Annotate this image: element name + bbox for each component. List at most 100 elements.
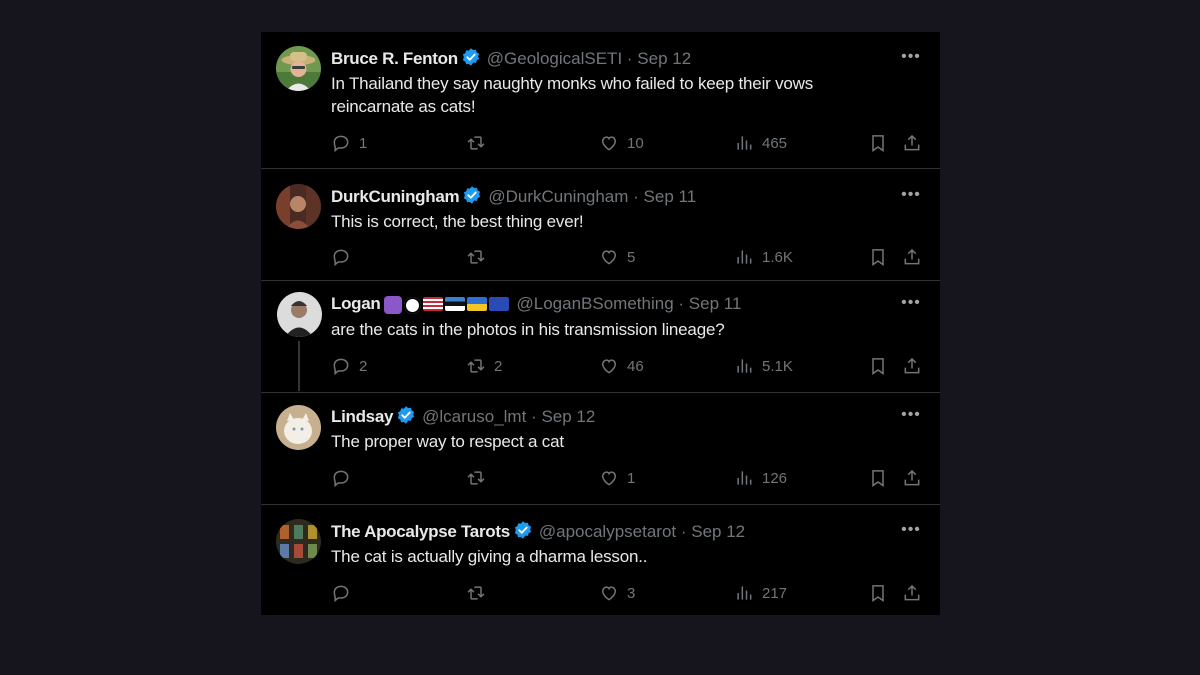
timestamp[interactable]: · Sep 12	[627, 49, 691, 68]
ukraine-flag-icon	[466, 297, 487, 311]
reply-count: 1	[359, 134, 368, 152]
share-icon	[904, 134, 920, 151]
timestamp[interactable]: · Sep 11	[633, 187, 696, 206]
heart-icon	[601, 136, 617, 151]
bookmark-button[interactable]	[868, 467, 888, 489]
avatar[interactable]	[276, 405, 321, 450]
reply-feed: Bruce R. Fenton @GeologicalSETI · Sep 12 …	[261, 32, 940, 615]
share-button[interactable]	[902, 582, 922, 604]
share-icon	[904, 584, 920, 601]
avatar[interactable]	[276, 519, 321, 564]
tweet[interactable]: DurkCuningham @DurkCuningham · Sep 11 •••…	[261, 169, 940, 281]
tweet-header: DurkCuningham @DurkCuningham · Sep 11	[331, 185, 880, 211]
share-button[interactable]	[902, 355, 922, 377]
views-button[interactable]: 126	[734, 467, 787, 489]
author-name[interactable]: The Apocalypse Tarots	[331, 522, 510, 541]
reply-button[interactable]	[331, 246, 359, 268]
reply-button[interactable]: 1	[331, 132, 367, 154]
bookmark-button[interactable]	[868, 132, 888, 154]
retweet-button[interactable]	[466, 467, 494, 489]
like-count: 1	[627, 469, 636, 487]
bookmark-icon	[872, 135, 884, 152]
timestamp[interactable]: · Sep 12	[531, 407, 595, 426]
v-emoji-icon	[403, 297, 421, 314]
author-name[interactable]: DurkCuningham	[331, 187, 460, 206]
reply-button[interactable]: 2	[331, 355, 367, 377]
avatar[interactable]	[277, 292, 322, 337]
tweet-header: Lindsay @lcaruso_lmt · Sep 12	[331, 405, 880, 431]
like-button[interactable]: 5	[599, 246, 635, 268]
author-handle[interactable]: @lcaruso_lmt	[422, 407, 526, 426]
tweet-actions: 3 217	[261, 582, 940, 604]
like-count: 46	[627, 357, 644, 375]
reply-button[interactable]	[331, 582, 359, 604]
share-icon	[904, 469, 920, 486]
verified-badge-icon	[513, 520, 533, 546]
views-icon	[737, 250, 752, 264]
tweet[interactable]: Bruce R. Fenton @GeologicalSETI · Sep 12 …	[261, 32, 940, 169]
bookmark-button[interactable]	[868, 355, 888, 377]
eu-flag-icon	[488, 297, 509, 311]
author-name[interactable]: Lindsay	[331, 407, 393, 426]
views-icon	[737, 136, 752, 150]
like-button[interactable]: 46	[599, 355, 644, 377]
retweet-button[interactable]	[466, 246, 494, 268]
tweet-text-line: This is correct, the best thing ever!	[331, 212, 584, 231]
verified-badge-icon	[461, 47, 481, 73]
like-count: 10	[627, 134, 644, 152]
share-button[interactable]	[902, 132, 922, 154]
views-button[interactable]: 465	[734, 132, 787, 154]
share-button[interactable]	[902, 246, 922, 268]
views-icon	[737, 471, 752, 485]
more-icon[interactable]: •••	[900, 187, 922, 208]
author-handle[interactable]: @DurkCuningham	[488, 187, 628, 206]
bookmark-button[interactable]	[868, 582, 888, 604]
views-count: 217	[762, 584, 788, 602]
retweet-button[interactable]: 2	[466, 355, 502, 377]
reply-button[interactable]	[331, 467, 359, 489]
more-icon[interactable]: •••	[900, 49, 922, 70]
author-name[interactable]: Bruce R. Fenton	[331, 49, 458, 68]
author-handle[interactable]: @GeologicalSETI	[487, 49, 622, 68]
reply-icon	[333, 135, 349, 153]
tweet-header: The Apocalypse Tarots @apocalypsetarot · …	[331, 520, 880, 546]
timestamp[interactable]: · Sep 12	[681, 522, 745, 541]
author-handle[interactable]: @apocalypsetarot	[539, 522, 676, 541]
bookmark-button[interactable]	[868, 246, 888, 268]
views-count: 126	[762, 469, 788, 487]
like-button[interactable]: 1	[599, 467, 635, 489]
views-count: 465	[762, 134, 788, 152]
views-button[interactable]: 217	[734, 582, 787, 604]
views-button[interactable]: 5.1K	[734, 355, 793, 377]
tweet-actions: 2 2 46 5.1K	[261, 355, 940, 377]
tweet[interactable]: Logan @LoganBSomething · Sep 11 ••• are t…	[261, 281, 940, 393]
retweet-icon	[467, 250, 485, 264]
tweet-header: Logan @LoganBSomething · Sep 11	[331, 293, 880, 317]
views-icon	[737, 359, 752, 373]
avatar[interactable]	[276, 46, 321, 91]
verified-badge-icon	[396, 405, 416, 431]
verified-badge-icon	[462, 185, 482, 211]
retweet-icon	[467, 136, 485, 150]
share-button[interactable]	[902, 467, 922, 489]
tweet-text-line: The proper way to respect a cat	[331, 432, 564, 451]
bookmark-icon	[872, 249, 884, 266]
avatar[interactable]	[276, 184, 321, 229]
tweet[interactable]: The Apocalypse Tarots @apocalypsetarot · …	[261, 505, 940, 615]
more-icon[interactable]: •••	[900, 295, 922, 316]
timestamp[interactable]: · Sep 11	[678, 294, 741, 313]
reply-icon	[333, 249, 349, 267]
retweet-button[interactable]	[466, 582, 494, 604]
like-button[interactable]: 10	[599, 132, 644, 154]
like-count: 3	[627, 584, 636, 602]
views-button[interactable]: 1.6K	[734, 246, 793, 268]
heart-icon	[601, 471, 617, 486]
like-button[interactable]: 3	[599, 582, 635, 604]
more-icon[interactable]: •••	[900, 522, 922, 543]
retweet-button[interactable]	[466, 132, 494, 154]
more-icon[interactable]: •••	[900, 407, 922, 428]
author-name[interactable]: Logan	[331, 294, 381, 313]
tweet-text-line: In Thailand they say naughty monks who f…	[331, 74, 814, 93]
author-handle[interactable]: @LoganBSomething	[517, 294, 674, 313]
tweet[interactable]: Lindsay @lcaruso_lmt · Sep 12 ••• The pro…	[261, 393, 940, 505]
